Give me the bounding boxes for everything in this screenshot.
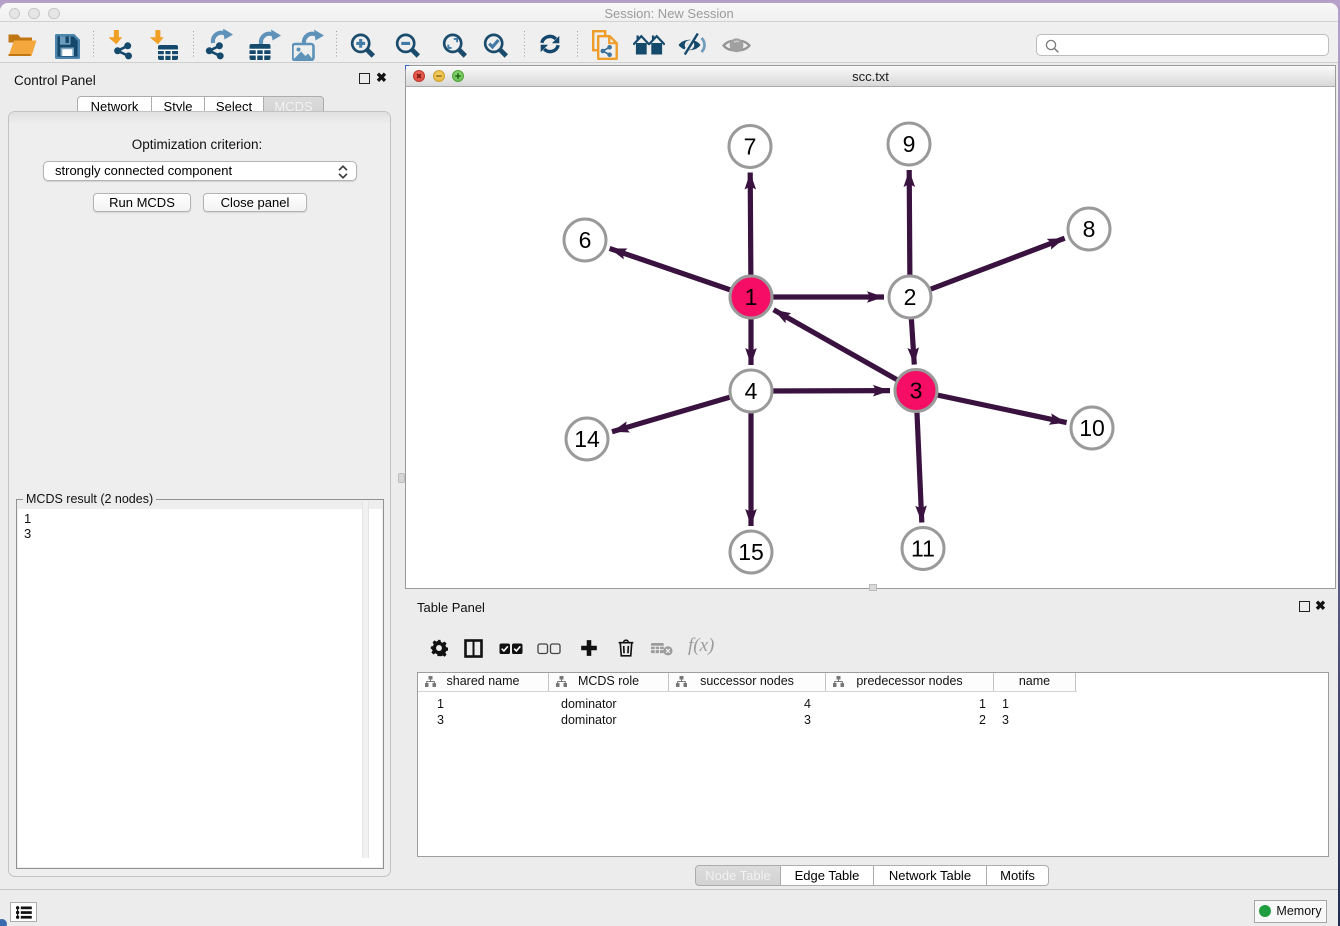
svg-text:4: 4 <box>745 378 758 404</box>
svg-text:6: 6 <box>579 227 592 253</box>
svg-text:7: 7 <box>744 134 757 160</box>
svg-text:10: 10 <box>1079 415 1105 441</box>
svg-text:15: 15 <box>738 539 764 565</box>
svg-text:11: 11 <box>911 536 935 562</box>
svg-text:1: 1 <box>745 284 758 310</box>
svg-text:14: 14 <box>574 426 600 452</box>
svg-text:2: 2 <box>904 284 917 310</box>
svg-text:9: 9 <box>903 131 916 157</box>
svg-text:8: 8 <box>1083 216 1096 242</box>
svg-text:3: 3 <box>910 378 923 404</box>
